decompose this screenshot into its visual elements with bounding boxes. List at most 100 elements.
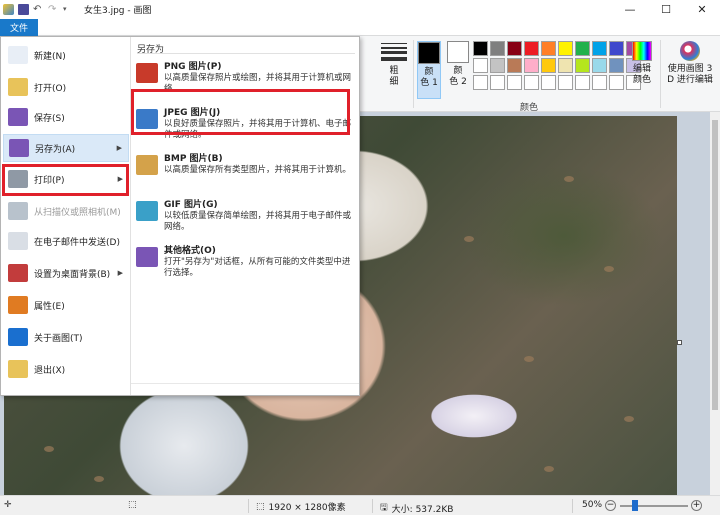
file-menu-item[interactable]: 属性(E) (3, 291, 129, 319)
zoom-slider[interactable] (620, 505, 688, 507)
palette-swatch[interactable] (592, 75, 607, 90)
file-menu: 新建(N) 打开(O) 保存(S) 另存为(A) ▶ 打印(P) ▶ 从扫描仪或照相机(M) 在… (0, 36, 360, 396)
edit-with-paint3d-button[interactable]: 使用画图 3 D 进行编辑 (666, 41, 714, 86)
palette-swatch[interactable] (473, 58, 488, 73)
save-as-option[interactable]: 其他格式(O) 打开"另存为"对话框，从所有可能的文件类型中进行选择。 (136, 245, 356, 279)
maximize-button[interactable]: ☐ (648, 0, 684, 19)
size-label: 粗 细 (389, 66, 399, 87)
file-menu-item-label: 关于画图(T) (34, 333, 83, 344)
save-as-option[interactable]: BMP 图片(B) 以高质量保存所有类型图片，并将其用于计算机。 (136, 153, 356, 176)
palette-swatch[interactable] (541, 41, 556, 56)
palette-swatch[interactable] (473, 75, 488, 90)
palette-swatch[interactable] (507, 75, 522, 90)
file-menu-item[interactable]: 另存为(A) ▶ (3, 134, 129, 162)
file-menu-item[interactable]: 退出(X) (3, 355, 129, 383)
palette-swatch[interactable] (575, 41, 590, 56)
palette-swatch[interactable] (592, 58, 607, 73)
edit-colors-button[interactable]: 编辑 颜色 (630, 41, 654, 86)
palette-swatch[interactable] (558, 58, 573, 73)
size-button[interactable]: 粗 细 (378, 41, 410, 88)
file-menu-item[interactable]: 设置为桌面背景(B) ▶ (3, 259, 129, 287)
save-as-option-title: BMP 图片(B) (164, 154, 223, 164)
image-dimensions: 1920 × 1280像素 (268, 503, 346, 513)
undo-icon[interactable]: ↶ (33, 4, 44, 15)
color2-swatch (447, 41, 469, 63)
palette-swatch[interactable] (507, 58, 522, 73)
save-icon[interactable] (18, 4, 29, 15)
palette-swatch[interactable] (507, 41, 522, 56)
desktop-background-icon (8, 264, 28, 282)
palette-swatch[interactable] (473, 41, 488, 56)
file-tab[interactable]: 文件 (0, 19, 38, 36)
file-menu-item[interactable]: 保存(S) (3, 103, 129, 131)
file-menu-item[interactable]: 打开(O) (3, 73, 129, 101)
file-menu-item-label: 设置为桌面背景(B) (34, 269, 111, 280)
file-menu-item-label: 属性(E) (34, 301, 65, 312)
paint3d-label: 使用画图 3 D 进行编辑 (667, 64, 713, 85)
palette-swatch[interactable] (524, 58, 539, 73)
close-button[interactable]: ✕ (684, 0, 720, 19)
scrollbar-thumb[interactable] (712, 120, 718, 410)
scanner-icon (8, 202, 28, 220)
file-menu-item-label: 从扫描仪或照相机(M) (34, 207, 121, 218)
save-as-option[interactable]: GIF 图片(G) 以较低质量保存简单绘图，并将其用于电子邮件或网络。 (136, 199, 356, 233)
color1-button[interactable]: 颜 色 1 (417, 41, 441, 99)
zoom-slider-thumb[interactable] (632, 500, 638, 511)
palette-swatch[interactable] (575, 75, 590, 90)
color2-button[interactable]: 颜 色 2 (446, 41, 470, 88)
palette-swatch[interactable] (609, 75, 624, 90)
info-icon (8, 328, 28, 346)
image-dimensions-icon: ⬚ (256, 501, 265, 512)
palette-swatch[interactable] (558, 75, 573, 90)
palette-swatch[interactable] (609, 41, 624, 56)
palette-swatch[interactable] (524, 41, 539, 56)
palette-swatch[interactable] (541, 75, 556, 90)
color1-label: 颜 色 1 (420, 67, 438, 88)
file-menu-item[interactable]: 从扫描仪或照相机(M) (3, 197, 129, 225)
palette-swatch[interactable] (490, 58, 505, 73)
save-as-icon (9, 139, 29, 157)
selection-size-icon: ⬚ (128, 500, 137, 510)
submenu-arrow-icon: ▶ (116, 144, 122, 152)
resize-handle-right[interactable] (677, 340, 682, 345)
save-disk-icon (8, 108, 28, 126)
file-menu-item-label: 保存(S) (34, 113, 65, 124)
zoom-out-button[interactable]: − (605, 500, 616, 511)
file-menu-item[interactable]: 关于画图(T) (3, 323, 129, 351)
color1-swatch (418, 42, 440, 64)
zoom-in-button[interactable]: + (691, 500, 702, 511)
file-menu-item-label: 在电子邮件中发送(D) (34, 237, 120, 248)
file-menu-item[interactable]: 新建(N) (3, 41, 129, 69)
file-size: 大小: 537.2KB (391, 504, 454, 515)
window-title: 女生3.jpg - 画图 (84, 6, 152, 16)
color-wheel-icon (632, 41, 652, 61)
submenu-arrow-icon: ▶ (117, 269, 123, 277)
zoom-level: 50% (582, 500, 603, 510)
open-folder-icon (8, 78, 28, 96)
vertical-scrollbar[interactable] (710, 112, 720, 495)
quick-access-toolbar: ↶ ↷ ▾ (0, 4, 74, 15)
ribbon-separator (413, 40, 414, 108)
palette-swatch[interactable] (490, 75, 505, 90)
cursor-position-icon: ✛ (4, 500, 12, 510)
file-menu-item[interactable]: 在电子邮件中发送(D) (3, 227, 129, 255)
palette-swatch[interactable] (524, 75, 539, 90)
palette-swatch[interactable] (558, 41, 573, 56)
other-formats-icon (136, 247, 158, 267)
palette-swatch[interactable] (592, 41, 607, 56)
highlight-box-save-as (2, 164, 129, 196)
palette-swatch[interactable] (575, 58, 590, 73)
save-as-option-description: 打开"另存为"对话框，从所有可能的文件类型中进行选择。 (164, 257, 351, 278)
minimize-button[interactable]: — (612, 0, 648, 19)
file-menu-item-label: 另存为(A) (35, 144, 76, 155)
palette-swatch[interactable] (490, 41, 505, 56)
exit-icon (8, 360, 28, 378)
edit-colors-label: 编辑 颜色 (632, 64, 651, 85)
customize-quick-access-icon[interactable]: ▾ (63, 4, 74, 15)
redo-icon[interactable]: ↷ (48, 4, 59, 15)
color2-label: 颜 色 2 (449, 66, 467, 87)
paint-app-icon[interactable] (3, 4, 14, 15)
palette-swatch[interactable] (541, 58, 556, 73)
palette-swatch[interactable] (609, 58, 624, 73)
bmp-image-icon (136, 155, 158, 175)
